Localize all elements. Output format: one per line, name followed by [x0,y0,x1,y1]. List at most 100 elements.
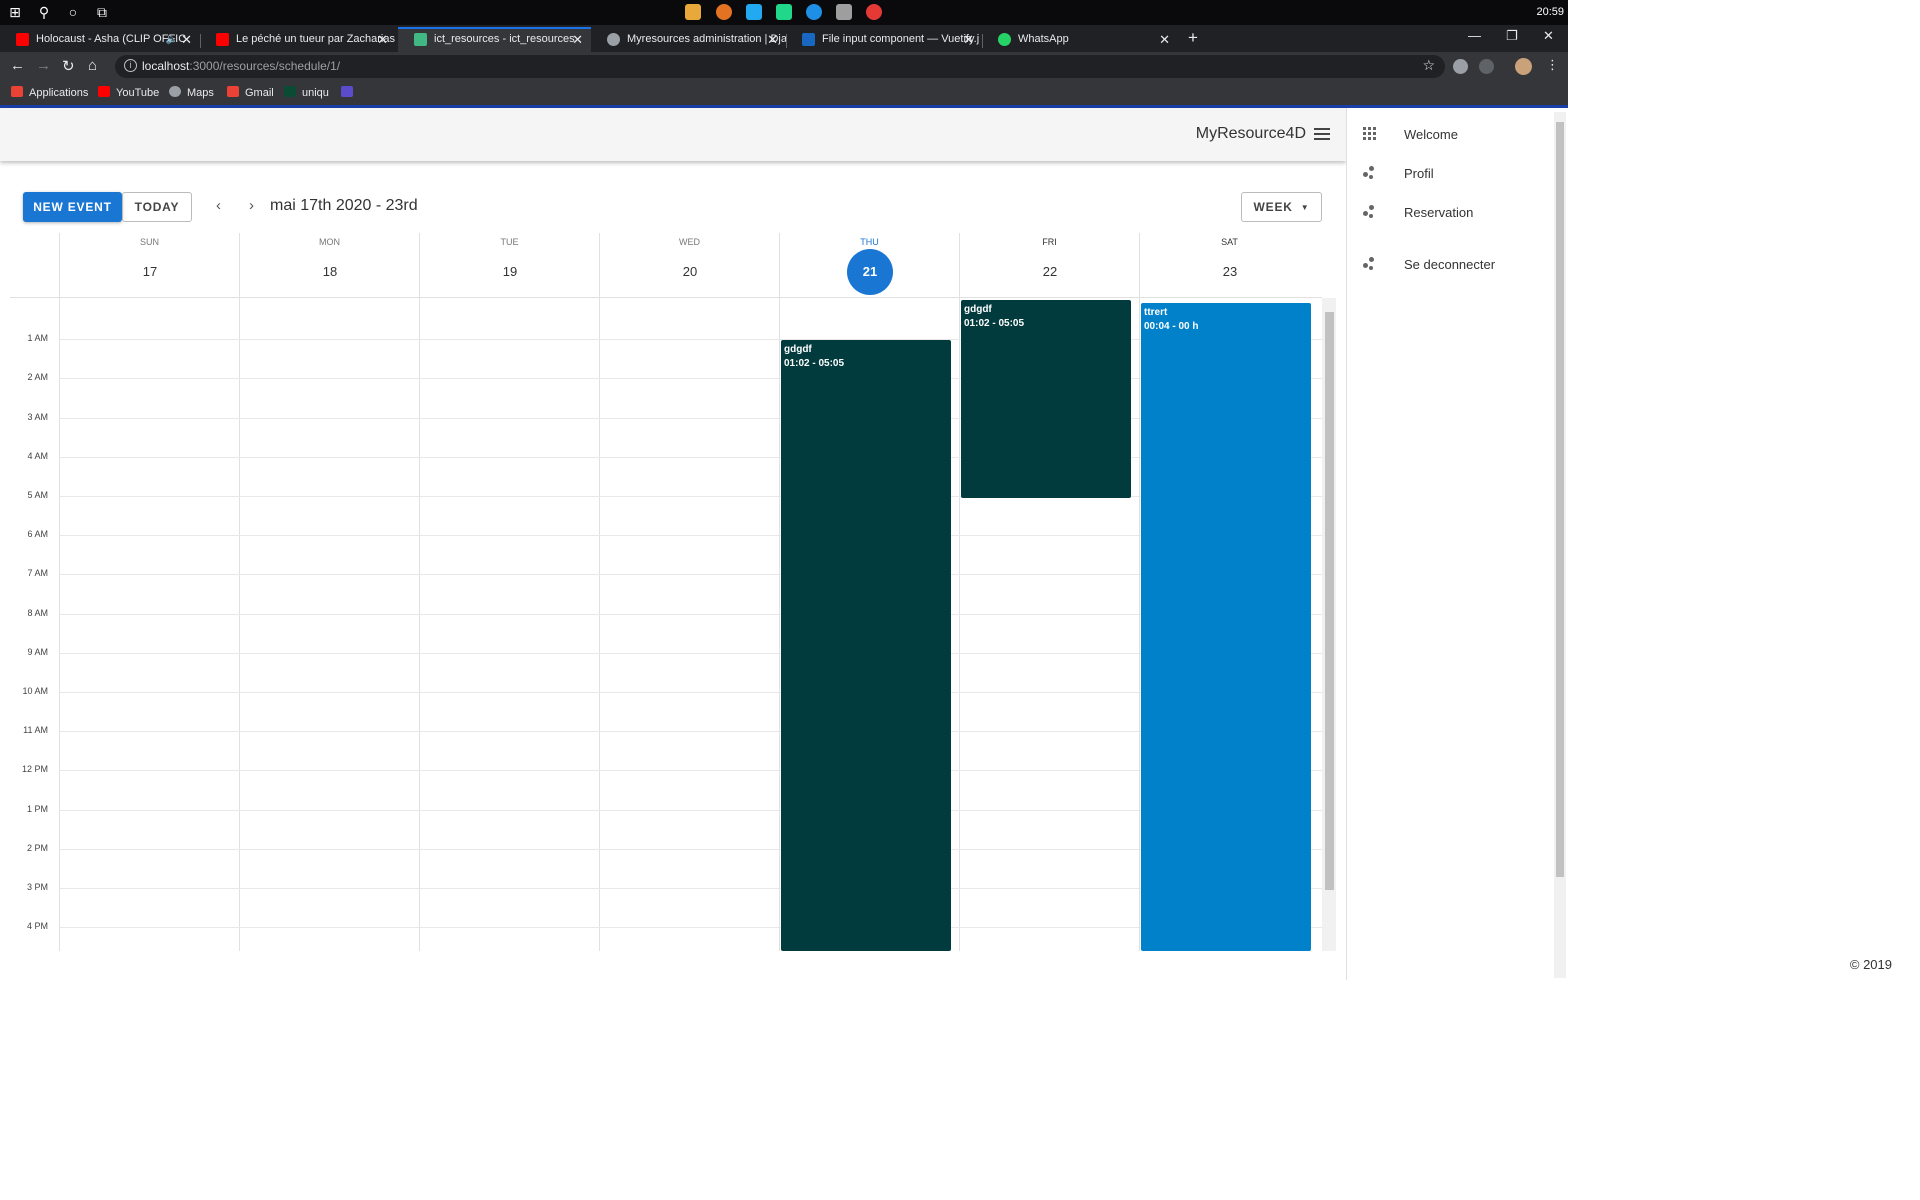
calendar-event[interactable]: ttrert 00:04 - 00 h [1141,302,1311,951]
day-column[interactable] [599,298,779,951]
day-number[interactable]: 18 [307,249,353,295]
hamburger-menu-icon[interactable] [1314,128,1330,140]
day-header[interactable]: SAT 23 [1139,233,1319,298]
url-text: localhost:3000/resources/schedule/1/ [142,59,340,73]
back-arrow-icon[interactable]: ← [10,57,25,74]
address-bar[interactable]: i localhost:3000/resources/schedule/1/ ☆ [115,55,1445,78]
close-icon[interactable]: ✕ [181,27,192,52]
hour-gridline [59,574,1322,576]
bookmark-uniqu[interactable]: uniqu [284,86,329,99]
close-icon[interactable]: ✕ [377,27,388,52]
task-view-icon[interactable]: ⧉ [94,4,110,20]
bookmark-star-icon[interactable]: ☆ [1422,57,1435,74]
nav-item-reservation[interactable]: Reservation [1347,193,1547,232]
browser-tab[interactable]: File input component — Vuetify.j ✕ [786,27,982,52]
bookmark-label: Gmail [245,87,274,99]
calendar-event[interactable]: gdgdf 01:02 - 05:05 [961,300,1131,498]
scrollbar-thumb[interactable] [1556,122,1564,877]
minimize-icon[interactable]: — [1468,28,1481,43]
more-menu-icon[interactable]: ⋮ [1546,57,1559,73]
extension-icon[interactable] [1479,59,1494,74]
browser-tab[interactable]: WhatsApp ✕ [982,27,1178,52]
bookmark-extra[interactable] [341,86,359,99]
chevron-left-icon[interactable]: ‹ [216,197,221,214]
file-explorer-icon[interactable] [685,4,701,20]
cortana-icon[interactable]: ○ [65,4,81,20]
chevron-right-icon[interactable]: › [249,197,254,214]
hour-gridline [59,770,1322,772]
view-label: WEEK [1253,200,1293,214]
gmail-icon [227,86,239,97]
new-tab-icon[interactable]: + [1188,28,1198,48]
page-scrollbar[interactable] [1554,112,1566,978]
day-number[interactable]: 22 [1027,249,1073,295]
new-event-button[interactable]: NEW EVENT [23,192,122,222]
calendar-event[interactable]: gdgdf 01:02 - 05:05 [781,340,951,951]
hour-gridline [59,652,1322,654]
speaker-icon[interactable]: 🔈 [166,27,178,52]
day-number[interactable]: 20 [667,249,713,295]
avatar[interactable] [1515,58,1532,75]
window-close-icon[interactable]: ✕ [1543,28,1554,44]
info-icon[interactable]: i [124,59,137,72]
hour-gridline [59,809,1322,811]
view-select-button[interactable]: WEEK ▼ [1241,192,1322,222]
close-icon[interactable]: ✕ [572,29,583,50]
today-button[interactable]: TODAY [122,192,192,222]
day-header[interactable]: WED 20 [599,233,779,298]
day-number[interactable]: 21 [847,249,893,295]
browser-tab[interactable]: Myresources administration | Dja ✕ [591,27,786,52]
nav-item-logout[interactable]: Se deconnecter [1347,245,1547,284]
browser-icon[interactable] [866,4,882,20]
browser-tab[interactable]: Le péché un tueur par Zacharias ✕ [200,27,396,52]
bookmark-maps[interactable]: Maps [169,86,214,99]
calendar-scrollbar[interactable] [1322,298,1336,951]
day-header[interactable]: SUN 17 [59,233,239,298]
day-header[interactable]: FRI 22 [959,233,1139,298]
windows-start-icon[interactable]: ⊞ [7,4,23,20]
restore-icon[interactable]: ❐ [1506,28,1518,44]
pycharm-icon[interactable] [776,4,792,20]
day-number[interactable]: 19 [487,249,533,295]
close-icon[interactable]: ✕ [767,27,778,52]
vscode-icon[interactable] [746,4,762,20]
bookmark-label: uniqu [302,87,329,99]
day-column[interactable] [419,298,599,951]
bubbles-icon [1363,205,1377,219]
day-column[interactable] [239,298,419,951]
day-number[interactable]: 23 [1207,249,1253,295]
url-host: localhost [142,59,190,73]
day-header[interactable]: THU 21 [779,233,959,298]
bookmark-gmail[interactable]: Gmail [227,86,274,99]
hour-label: 2 PM [26,842,48,853]
browser-tab[interactable]: Holocaust - Asha (CLIP OFFIC 🔈 ✕ [0,27,200,52]
scrollbar-thumb[interactable] [1325,312,1334,890]
search-icon[interactable]: ⚲ [36,4,52,20]
day-header[interactable]: MON 18 [239,233,419,298]
calendar-body[interactable]: 1 AM 2 AM 3 AM 4 AM 5 AM 6 AM 7 AM 8 AM 9 AM 10 A… [10,298,1322,951]
forward-arrow-icon[interactable]: → [36,57,51,74]
day-header[interactable]: TUE 19 [419,233,599,298]
chrome-canary-icon[interactable] [716,4,732,20]
browser-tab-active[interactable]: ict_resources - ict_resources ✕ [398,27,591,52]
nav-label: Se deconnecter [1404,257,1496,272]
hour-gridline [59,613,1322,615]
app-icon[interactable] [806,4,822,20]
reload-icon[interactable]: ↻ [62,57,75,75]
footer-copyright: © 2019 [1849,957,1892,972]
tab-title: WhatsApp [1018,33,1069,45]
day-number[interactable]: 17 [127,249,173,295]
home-icon[interactable]: ⌂ [88,57,97,74]
hour-gridline [59,888,1322,889]
nav-item-welcome[interactable]: Welcome [1347,115,1547,154]
bookmark-applications[interactable]: Applications [11,86,88,99]
close-icon[interactable]: ✕ [963,27,974,52]
bookmark-youtube[interactable]: YouTube [98,86,159,99]
day-column[interactable] [59,298,239,951]
database-icon[interactable] [836,4,852,20]
hour-label: 11 AM [23,725,48,736]
nav-item-profil[interactable]: Profil [1347,154,1547,193]
extension-icon[interactable] [1453,59,1468,74]
hour-gridline [59,692,1322,693]
close-icon[interactable]: ✕ [1159,27,1170,52]
